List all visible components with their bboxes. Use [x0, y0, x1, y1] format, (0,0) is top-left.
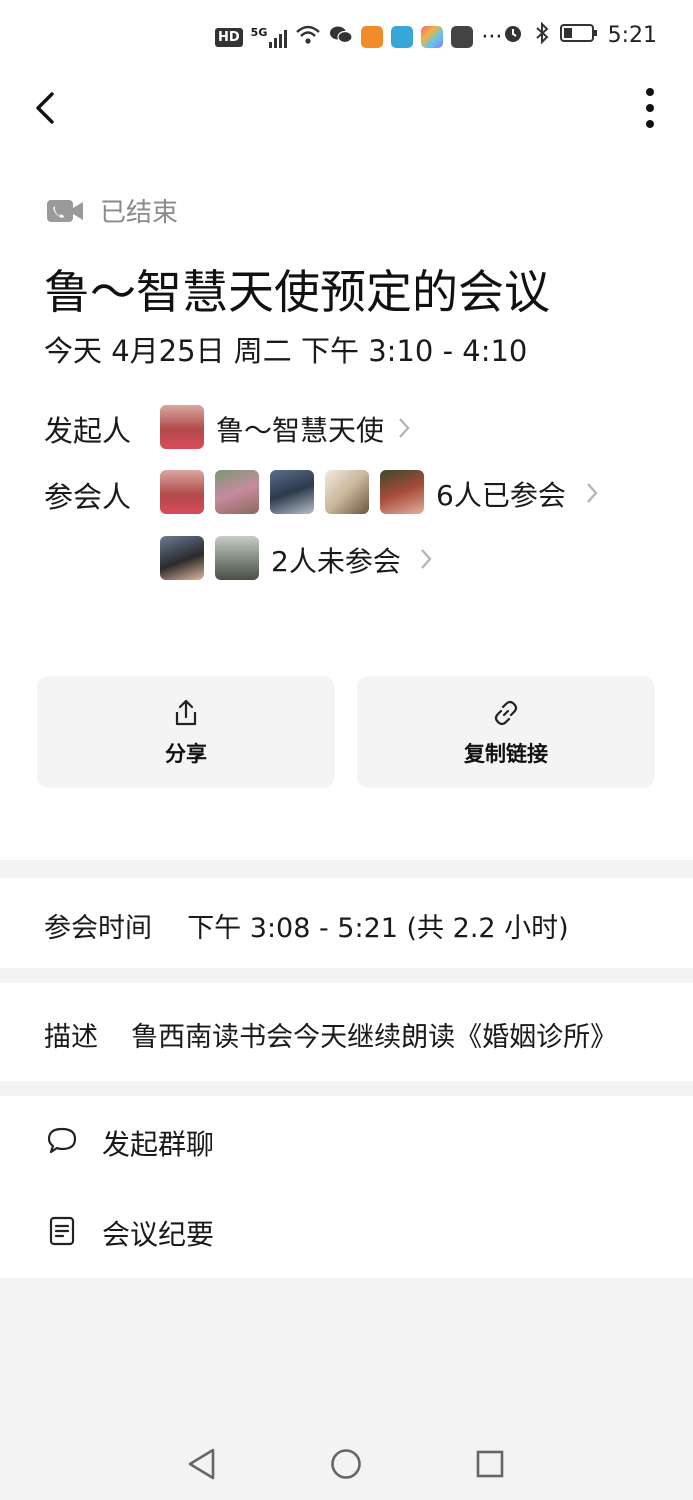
chat-bubble-icon [47, 1127, 77, 1154]
video-call-icon [47, 199, 83, 222]
actions-list: 发起群聊 会议纪要 [0, 1096, 693, 1278]
clock: 5:21 [607, 22, 657, 48]
attend-time-value: 下午 3:08 - 5:21 (共 2.2 小时) [187, 913, 569, 944]
joined-attendees-row[interactable]: 6人已参会 [160, 470, 600, 516]
description-value: 鲁西南读书会今天继续朗读《婚姻诊所》 [131, 1022, 618, 1053]
not-joined-count: 2人未参会 [271, 545, 401, 578]
attend-time-label: 参会时间 [44, 913, 152, 944]
copy-link-button[interactable]: 复制链接 [357, 676, 655, 788]
avatar [160, 470, 204, 514]
battery-icon [559, 23, 598, 47]
colorful-app-icon [421, 26, 444, 48]
avatar [270, 470, 314, 514]
meeting-datetime: 今天 4月25日 周二 下午 3:10 - 4:10 [44, 334, 528, 368]
share-icon [175, 699, 197, 726]
description-label: 描述 [44, 1022, 98, 1053]
video-app-icon [361, 26, 384, 48]
meeting-status: 已结束 [46, 192, 178, 229]
wifi-icon [295, 24, 321, 50]
avatar [215, 470, 259, 514]
reader-app-icon [391, 26, 414, 48]
alarm-icon [502, 22, 524, 48]
hd-badge: HD [215, 27, 243, 47]
meeting-title: 鲁～智慧天使预定的会议 [44, 265, 550, 319]
group-chat-label: 发起群聊 [102, 1128, 215, 1161]
document-icon [49, 1216, 75, 1246]
meeting-minutes-item[interactable]: 会议纪要 [0, 1188, 693, 1278]
wechat-icon [329, 24, 353, 50]
meeting-minutes-label: 会议纪要 [102, 1218, 215, 1251]
status-bar: HD 5G ··· 5:21 [0, 0, 693, 78]
top-bar [0, 78, 693, 148]
share-button[interactable]: 分享 [37, 676, 335, 788]
copy-link-label: 复制链接 [464, 742, 548, 766]
description-row: 描述 鲁西南读书会今天继续朗读《婚姻诊所》 [44, 1015, 617, 1054]
recents-square-icon[interactable] [475, 1449, 505, 1479]
organizer-name: 鲁～智慧天使 [216, 414, 385, 447]
bluetooth-icon [534, 21, 550, 48]
joined-count: 6人已参会 [436, 479, 566, 512]
more-vertical-icon [646, 88, 654, 128]
avatar [380, 470, 424, 514]
attend-time-row: 参会时间 下午 3:08 - 5:21 (共 2.2 小时) [44, 906, 569, 945]
avatar [215, 536, 259, 580]
share-label: 分享 [165, 742, 207, 766]
chevron-left-icon [36, 92, 54, 124]
link-icon [494, 700, 518, 726]
status-right: 5:21 [502, 21, 657, 48]
system-nav-bar [0, 1427, 693, 1500]
chevron-right-icon [587, 483, 598, 503]
status-text: 已结束 [100, 198, 179, 228]
mail-app-icon [451, 26, 474, 48]
organizer-row[interactable]: 鲁～智慧天使 [160, 405, 420, 451]
signal-icon: 5G [251, 26, 288, 48]
back-triangle-icon[interactable] [186, 1447, 218, 1481]
home-circle-icon[interactable] [330, 1448, 362, 1480]
meeting-info: 已结束 鲁～智慧天使预定的会议 今天 4月25日 周二 下午 3:10 - 4:… [0, 148, 693, 860]
description-section: 描述 鲁西南读书会今天继续朗读《婚姻诊所》 [0, 983, 693, 1081]
back-button[interactable] [28, 88, 68, 128]
avatar [160, 536, 204, 580]
chevron-right-icon [421, 549, 432, 569]
attendees-label: 参会人 [44, 480, 132, 514]
chevron-right-icon [399, 418, 410, 438]
organizer-label: 发起人 [44, 414, 132, 448]
attend-time-section: 参会时间 下午 3:08 - 5:21 (共 2.2 小时) [0, 878, 693, 968]
avatar [325, 470, 369, 514]
more-button[interactable] [635, 86, 665, 130]
not-joined-attendees-row[interactable]: 2人未参会 [160, 536, 450, 582]
group-chat-item[interactable]: 发起群聊 [0, 1096, 693, 1186]
more-notifications: ··· [481, 24, 503, 50]
avatar [160, 405, 204, 449]
status-icons: HD 5G ··· [215, 24, 502, 50]
